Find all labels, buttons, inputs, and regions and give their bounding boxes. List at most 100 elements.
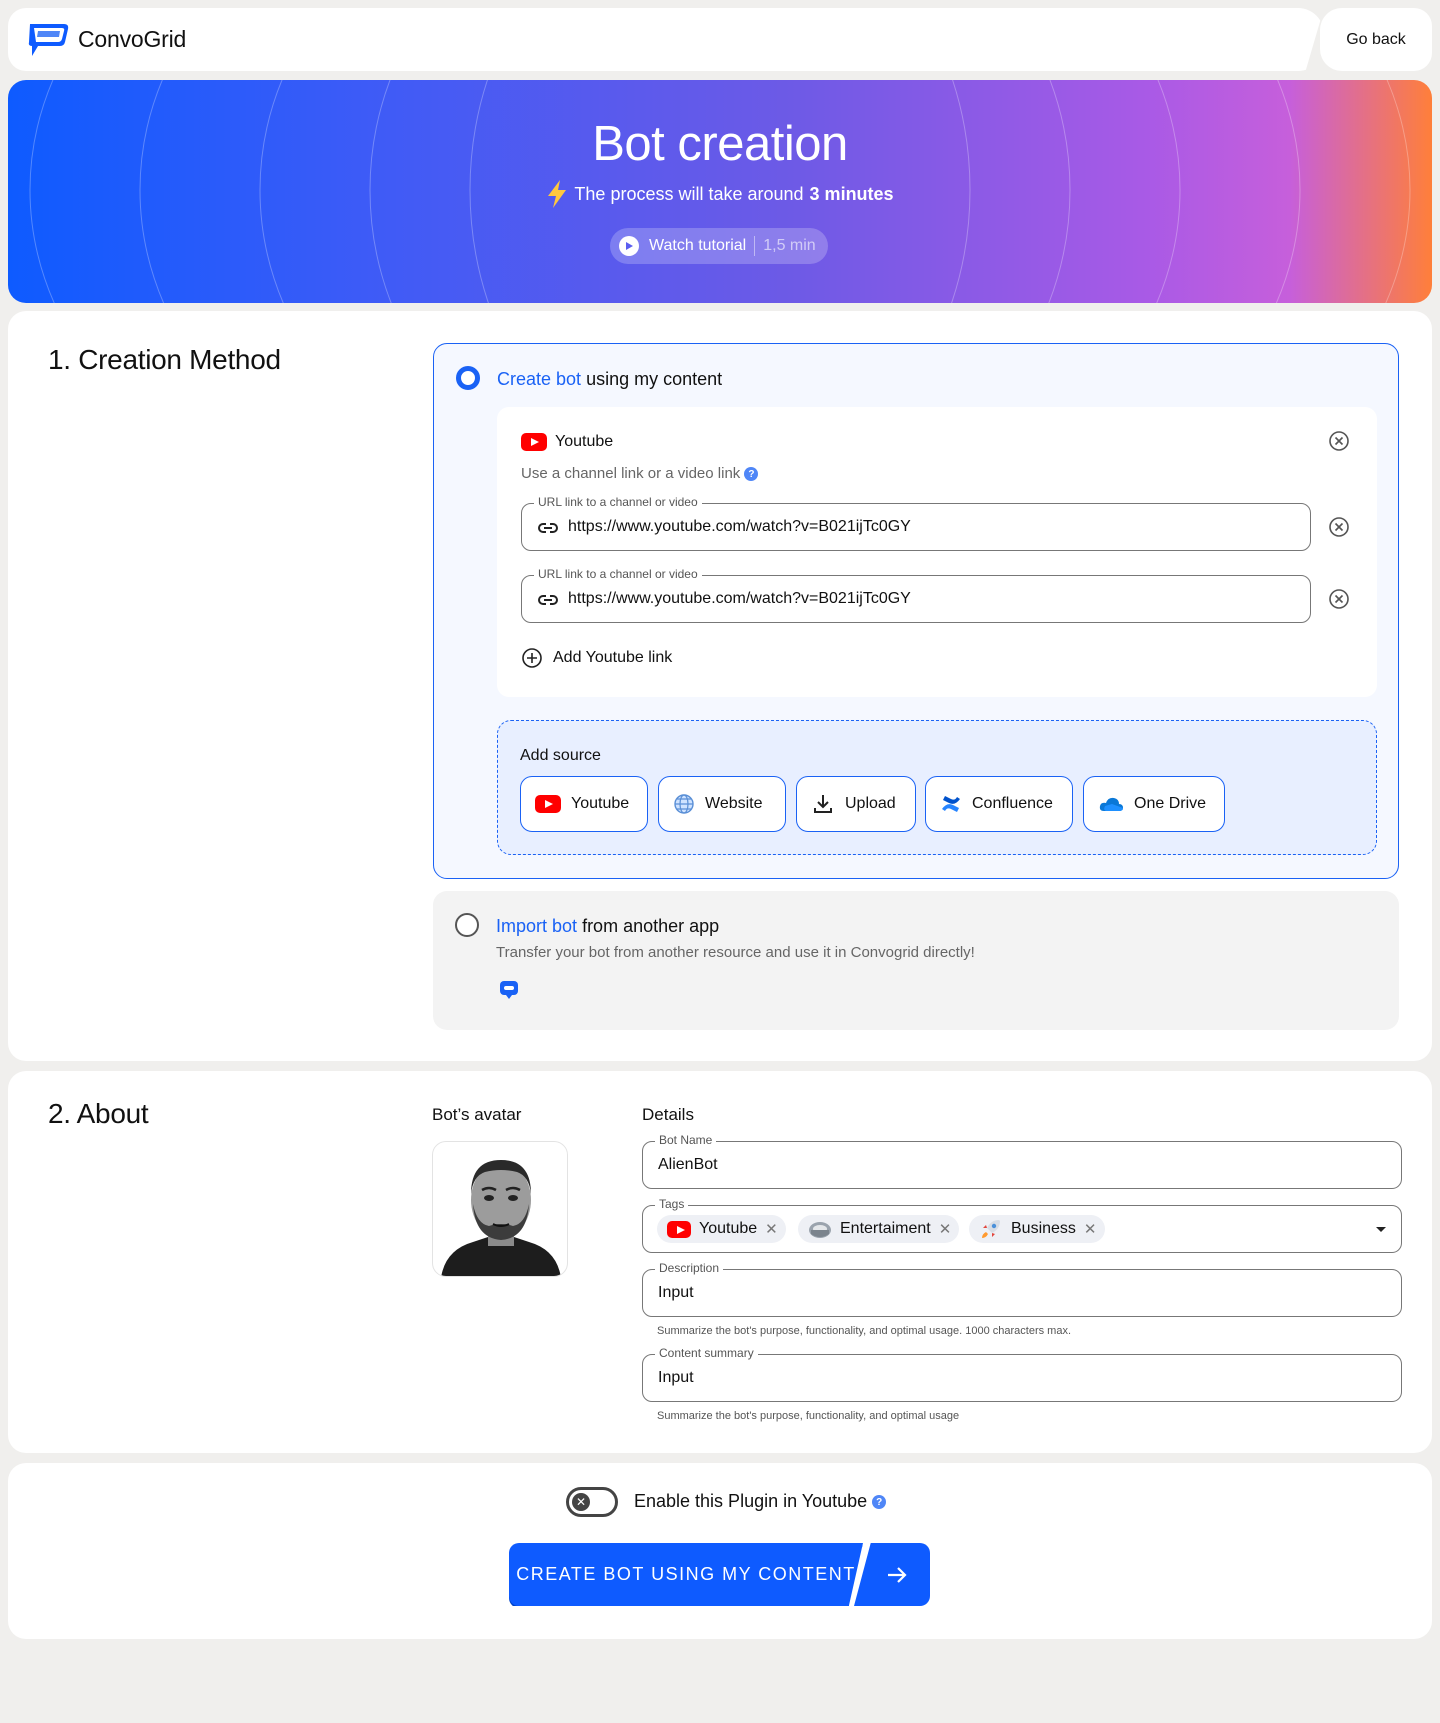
- source-label: Website: [705, 795, 763, 812]
- youtube-hint-text: Use a channel link or a video link: [521, 465, 741, 482]
- remove-source-icon[interactable]: [1328, 430, 1350, 452]
- youtube-icon: [535, 795, 561, 813]
- source-label: Upload: [845, 795, 896, 812]
- create-bot-title: Create bot using my content: [497, 369, 722, 390]
- dropdown-caret-icon[interactable]: [1375, 1226, 1387, 1234]
- tutorial-label: Watch tutorial: [649, 237, 747, 254]
- source-youtube-button[interactable]: Youtube: [520, 776, 648, 832]
- help-icon[interactable]: ?: [872, 1495, 887, 1510]
- avatar-label: Bot’s avatar: [432, 1105, 522, 1124]
- avatar-portrait-image: [441, 1160, 561, 1276]
- tag-business: Business ✕: [969, 1215, 1105, 1243]
- tag-label: Business: [1011, 1220, 1076, 1237]
- import-bot-description: Transfer your bot from another resource …: [496, 944, 975, 961]
- stadium-icon: [809, 1222, 831, 1238]
- youtube-icon: [521, 433, 547, 451]
- section-title-creation: 1. Creation Method: [48, 344, 281, 375]
- chat-app-icon: [500, 981, 518, 999]
- create-bot-option[interactable]: Create bot using my content Youtube Use …: [433, 343, 1399, 879]
- link-icon: [538, 523, 558, 533]
- add-youtube-link-button[interactable]: Add Youtube link: [521, 647, 672, 669]
- content-summary-value: Input: [658, 1369, 694, 1386]
- url-field-label: URL link to a channel or video: [534, 495, 702, 509]
- description-value: Input: [658, 1284, 694, 1301]
- url-field-value: https://www.youtube.com/watch?v=B021ijTc…: [568, 590, 911, 607]
- hero-duration: 3 minutes: [809, 183, 894, 204]
- arrow-right-icon: [888, 1566, 907, 1583]
- youtube-source-header: Youtube: [521, 433, 613, 451]
- source-upload-button[interactable]: Upload: [796, 776, 916, 832]
- globe-icon: [674, 794, 694, 814]
- remove-link-icon[interactable]: [1328, 588, 1350, 610]
- enable-plugin-toggle[interactable]: ✕: [566, 1487, 618, 1517]
- play-icon: [619, 236, 639, 256]
- convogrid-logo-icon: [28, 24, 69, 56]
- rocket-icon: [982, 1220, 1000, 1238]
- youtube-source-card: Youtube Use a channel link or a video li…: [497, 407, 1377, 697]
- section-title-about: 2. About: [48, 1098, 149, 1129]
- onedrive-cloud-icon: [1099, 797, 1123, 811]
- details-label: Details: [642, 1105, 694, 1124]
- brand-name: ConvoGrid: [78, 25, 187, 52]
- tag-label: Entertaiment: [840, 1220, 931, 1237]
- content-summary-hint: Summarize the bot's purpose, functionali…: [657, 1410, 960, 1422]
- tag-youtube: Youtube ✕: [657, 1215, 786, 1243]
- import-bot-radio[interactable]: [455, 913, 479, 937]
- description-field[interactable]: Description Input: [642, 1261, 1402, 1317]
- watch-tutorial-button[interactable]: Watch tutorial 1,5 min: [610, 228, 828, 264]
- hero-subtitle-text: The process will take around: [574, 183, 804, 204]
- source-website-button[interactable]: Website: [658, 776, 786, 832]
- bot-name-field[interactable]: Bot Name AlienBot: [642, 1133, 1402, 1189]
- content-summary-field[interactable]: Content summary Input: [642, 1346, 1402, 1402]
- youtube-source-hint: Use a channel link or a video link ?: [521, 465, 759, 482]
- bot-avatar[interactable]: [432, 1141, 568, 1277]
- download-icon: [814, 795, 832, 813]
- tutorial-divider: [754, 236, 756, 256]
- remove-link-icon[interactable]: [1328, 516, 1350, 538]
- youtube-source-name: Youtube: [555, 433, 614, 450]
- remove-tag-icon[interactable]: ✕: [939, 1220, 952, 1238]
- description-label: Description: [655, 1261, 724, 1275]
- top-bar: ConvoGrid: [8, 8, 1324, 71]
- youtube-url-field-2[interactable]: URL link to a channel or video https://w…: [521, 567, 1311, 623]
- youtube-icon: [667, 1220, 691, 1238]
- source-label: One Drive: [1134, 795, 1207, 812]
- import-bot-title-rest: from another app: [582, 916, 720, 936]
- create-bot-button[interactable]: CREATE BOT USING MY CONTENT: [509, 1543, 863, 1606]
- hero-subtitle: The process will take around 3 minutes: [8, 180, 1432, 208]
- create-bot-radio[interactable]: [456, 366, 480, 390]
- content-summary-label: Content summary: [655, 1346, 758, 1360]
- add-youtube-link-label: Add Youtube link: [553, 649, 673, 666]
- source-onedrive-button[interactable]: One Drive: [1083, 776, 1225, 832]
- youtube-url-field-1[interactable]: URL link to a channel or video https://w…: [521, 495, 1311, 551]
- tags-field[interactable]: Tags Youtube ✕ Entertaiment ✕ Business ✕: [642, 1197, 1402, 1253]
- url-field-label: URL link to a channel or video: [534, 567, 702, 581]
- add-source-panel: Add source Youtube Website Upload Conflu…: [497, 720, 1377, 855]
- tag-label: Youtube: [699, 1220, 758, 1237]
- bot-name-value: AlienBot: [658, 1156, 718, 1173]
- tag-entertainment: Entertaiment ✕: [798, 1215, 960, 1243]
- import-bot-option[interactable]: Import bot from another app Transfer you…: [433, 891, 1399, 1030]
- create-bot-title-rest: using my content: [586, 369, 723, 389]
- bot-name-label: Bot Name: [655, 1133, 717, 1147]
- toggle-off-icon: ✕: [572, 1493, 590, 1511]
- import-bot-title: Import bot from another app: [496, 916, 719, 937]
- plus-circle-icon: [522, 648, 542, 668]
- confluence-icon: [942, 796, 960, 812]
- lightning-icon: [548, 180, 567, 208]
- source-label: Confluence: [972, 795, 1053, 812]
- description-hint: Summarize the bot's purpose, functionali…: [657, 1325, 1072, 1337]
- hero-banner: Bot creation The process will take aroun…: [8, 80, 1432, 303]
- about-section: 2. About Bot’s avatar Details Bot Name A…: [8, 1071, 1432, 1453]
- source-confluence-button[interactable]: Confluence: [925, 776, 1073, 832]
- brand-logo[interactable]: ConvoGrid: [24, 20, 186, 58]
- tags-label: Tags: [655, 1197, 689, 1211]
- url-field-value: https://www.youtube.com/watch?v=B021ijTc…: [568, 518, 911, 535]
- import-bot-title-highlight: Import bot: [496, 916, 578, 936]
- remove-tag-icon[interactable]: ✕: [765, 1220, 778, 1238]
- source-label: Youtube: [571, 795, 630, 812]
- help-icon[interactable]: ?: [744, 467, 759, 482]
- create-bot-title-highlight: Create bot: [497, 369, 582, 389]
- go-back-button[interactable]: Go back: [1320, 8, 1432, 71]
- remove-tag-icon[interactable]: ✕: [1084, 1220, 1097, 1238]
